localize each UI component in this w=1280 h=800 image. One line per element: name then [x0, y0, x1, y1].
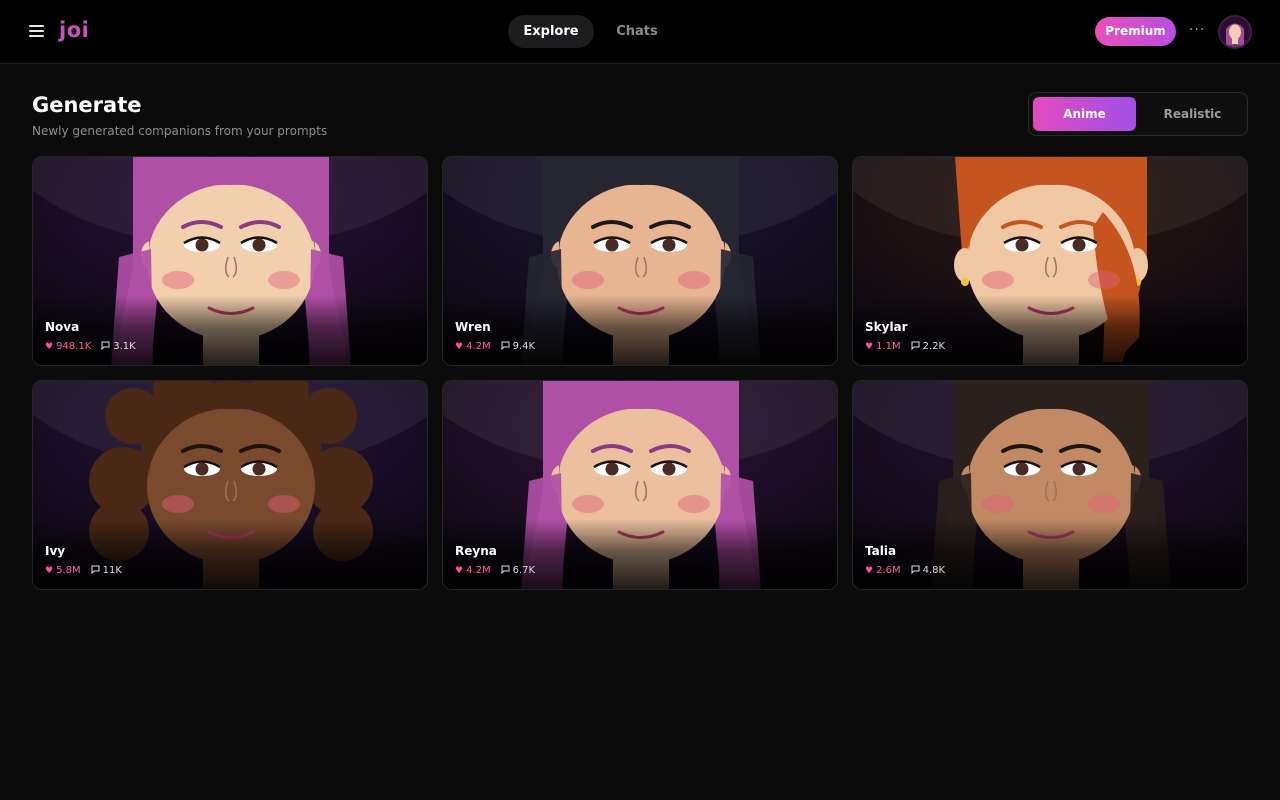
card-gradient-overlay: [853, 295, 1247, 365]
companion-name: Skylar: [865, 320, 908, 334]
toggle-anime[interactable]: Anime: [1033, 97, 1136, 131]
companion-stats: ♥ 2.6M 4.8K: [865, 565, 945, 578]
chat-bubble-icon: [101, 341, 110, 350]
card-gradient-overlay: [33, 519, 427, 589]
avatar-image: [1220, 17, 1250, 47]
chat-bubble-icon: [501, 341, 510, 350]
page-title: Generate: [32, 93, 142, 117]
companion-name: Reyna: [455, 544, 497, 558]
toggle-realistic[interactable]: Realistic: [1141, 97, 1244, 131]
chats-count: 9.4K: [512, 341, 536, 352]
user-avatar[interactable]: [1218, 15, 1252, 49]
companion-name: Talia: [865, 544, 897, 558]
tab-explore[interactable]: Explore: [508, 15, 594, 48]
chats-count: 11K: [102, 565, 122, 576]
heart-icon: ♥: [455, 342, 464, 352]
page-subtitle: Newly generated companions from your pro…: [32, 124, 328, 138]
chats-count: 6.7K: [512, 565, 536, 576]
companion-card[interactable]: Wren ♥ 4.2M 9.4K: [442, 156, 838, 366]
companion-name: Nova: [45, 320, 80, 334]
likes-count: 1.1M: [876, 341, 901, 352]
heart-icon: ♥: [45, 566, 54, 576]
companion-stats: ♥ 1.1M 2.2K: [865, 341, 945, 354]
chats-count: 3.1K: [113, 341, 136, 352]
companion-stats: ♥ 948.1K 3.1K: [45, 341, 136, 354]
companion-card[interactable]: Skylar ♥ 1.1M 2.2K: [852, 156, 1248, 366]
heart-icon: ♥: [865, 566, 874, 576]
style-toggle: Anime Realistic: [1028, 92, 1248, 136]
likes-count: 5.8M: [56, 565, 81, 576]
heart-icon: ♥: [455, 566, 464, 576]
chat-bubble-icon: [911, 565, 920, 574]
heart-icon: ♥: [865, 342, 874, 352]
companion-card[interactable]: Nova ♥ 948.1K 3.1K: [32, 156, 428, 366]
premium-button[interactable]: Premium: [1095, 17, 1176, 46]
tab-chats[interactable]: Chats: [600, 15, 674, 48]
logo[interactable]: joi: [59, 18, 89, 42]
top-bar: joi Explore Chats Premium ···: [0, 0, 1280, 64]
menu-icon[interactable]: [29, 24, 45, 38]
card-gradient-overlay: [443, 295, 837, 365]
chat-bubble-icon: [91, 565, 100, 574]
card-gradient-overlay: [853, 519, 1247, 589]
likes-count: 2.6M: [876, 565, 901, 576]
heart-icon: ♥: [45, 342, 54, 352]
chats-count: 2.2K: [922, 341, 946, 352]
companion-stats: ♥ 5.8M 11K: [45, 565, 122, 578]
likes-count: 948.1K: [56, 341, 92, 352]
companion-stats: ♥ 4.2M 6.7K: [455, 565, 535, 578]
companion-name: Ivy: [45, 544, 66, 558]
more-options-icon[interactable]: ···: [1189, 22, 1205, 38]
companion-card[interactable]: Ivy ♥ 5.8M 11K: [32, 380, 428, 590]
companion-card[interactable]: Reyna ♥ 4.2M 6.7K: [442, 380, 838, 590]
chat-bubble-icon: [501, 565, 510, 574]
chat-bubble-icon: [911, 341, 920, 350]
companion-card[interactable]: Talia ♥ 2.6M 4.8K: [852, 380, 1248, 590]
likes-count: 4.2M: [466, 565, 491, 576]
chats-count: 4.8K: [922, 565, 946, 576]
likes-count: 4.2M: [466, 341, 491, 352]
card-gradient-overlay: [33, 295, 427, 365]
companion-name: Wren: [455, 320, 491, 334]
companion-stats: ♥ 4.2M 9.4K: [455, 341, 535, 354]
card-gradient-overlay: [443, 519, 837, 589]
